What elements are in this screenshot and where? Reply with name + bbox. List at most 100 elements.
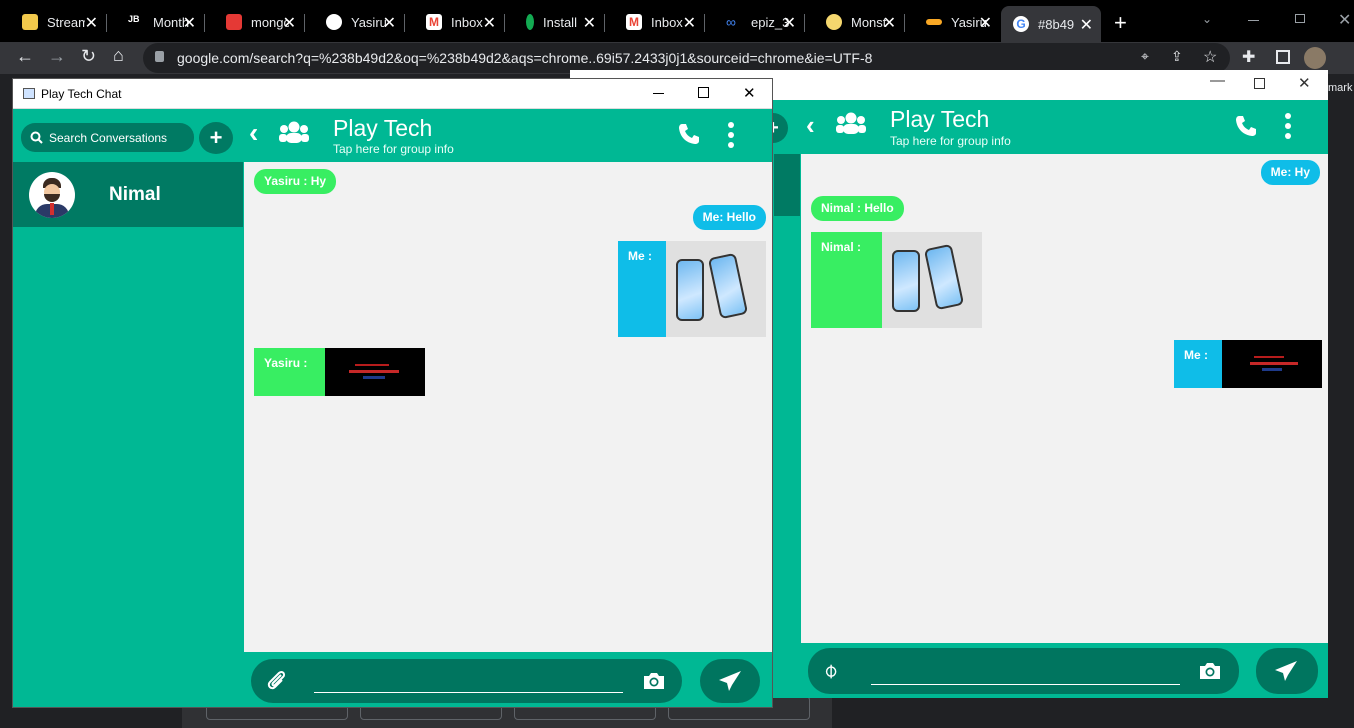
close-tab-icon[interactable]: ✕ — [85, 13, 98, 33]
github-icon — [326, 14, 342, 30]
maximize-icon[interactable] — [1254, 78, 1265, 89]
browser-tab[interactable]: Stream ✕ — [0, 8, 106, 36]
maximize-icon[interactable] — [698, 87, 709, 98]
add-conversation-button[interactable]: + — [199, 122, 233, 154]
close-icon[interactable]: ✕ — [743, 84, 756, 102]
avatar — [29, 172, 75, 218]
window-titlebar: Play Tech Chat ✕ — [13, 79, 772, 109]
close-tab-icon[interactable]: ✕ — [283, 13, 296, 33]
close-window-icon[interactable]: ✕ — [1338, 10, 1351, 30]
browser-tab[interactable]: Yasiru ✕ — [304, 8, 404, 36]
group-title[interactable]: Play Tech — [333, 115, 432, 142]
search-conversations-input[interactable]: Search Conversations — [21, 123, 194, 152]
window-title: Play Tech Chat — [41, 87, 122, 101]
tab-favicon-icon — [926, 19, 942, 25]
lock-icon — [155, 51, 164, 62]
browser-tab[interactable]: JB Month ✕ — [106, 8, 204, 36]
close-tab-icon[interactable]: ✕ — [979, 13, 992, 33]
message-bubble: Nimal : Hello — [811, 196, 904, 221]
image-message: Me : — [1174, 340, 1322, 388]
minimize-icon[interactable] — [1248, 20, 1259, 21]
browser-tab[interactable]: mongo ✕ — [204, 8, 304, 36]
back-icon[interactable]: ← — [16, 46, 34, 67]
message-bubble: Me: Hy — [1260, 160, 1320, 185]
phone-image[interactable] — [882, 232, 982, 328]
camera-icon[interactable] — [1198, 661, 1222, 681]
close-tab-icon[interactable]: ✕ — [1080, 15, 1093, 35]
image-message: Nimal : — [811, 232, 982, 328]
location-icon[interactable]: ⌖ — [1141, 48, 1149, 65]
restore-icon[interactable] — [1295, 14, 1305, 23]
forward-icon[interactable]: → — [48, 46, 66, 67]
group-info-link[interactable]: Tap here for group info — [890, 134, 1011, 148]
image-message: Yasiru : — [254, 348, 425, 396]
group-icon[interactable] — [836, 110, 866, 136]
message-area: Yasiru : Hy Me: Hello Me : Yasiru : — [244, 162, 772, 652]
browser-tab[interactable]: Monst ✕ — [804, 8, 904, 36]
back-icon[interactable]: ‹ — [806, 110, 815, 141]
avatar[interactable] — [1304, 47, 1326, 69]
send-button[interactable] — [1256, 648, 1318, 694]
banner-image[interactable] — [1222, 340, 1322, 388]
message-input[interactable] — [314, 692, 623, 693]
banner-image[interactable] — [325, 348, 425, 396]
more-options-icon[interactable] — [1284, 112, 1292, 140]
close-tab-icon[interactable]: ✕ — [683, 13, 696, 33]
close-tab-icon[interactable]: ✕ — [483, 13, 496, 33]
more-options-icon[interactable] — [727, 121, 735, 149]
url-text: google.com/search?q=%238b49d2&oq=%238b49… — [177, 50, 873, 66]
side-panel-icon[interactable] — [1276, 50, 1290, 64]
close-tab-icon[interactable]: ✕ — [783, 13, 796, 33]
home-icon[interactable]: ⌂ — [113, 45, 124, 66]
browser-tab[interactable]: Install ✕ — [504, 8, 604, 36]
infinity-icon: ∞ — [726, 14, 736, 30]
browser-tab[interactable]: M Inbox ✕ — [404, 8, 504, 36]
close-tab-icon[interactable]: ✕ — [183, 13, 196, 33]
gmail-icon: M — [426, 14, 442, 30]
message-sender: Nimal : — [811, 232, 882, 328]
send-button[interactable] — [700, 659, 760, 703]
contact-list-item[interactable]: Nimal — [13, 162, 243, 227]
group-title[interactable]: Play Tech — [890, 106, 989, 133]
browser-tab[interactable]: ∞ epiz_3 ✕ — [704, 8, 804, 36]
search-icon — [30, 131, 43, 144]
close-tab-icon[interactable]: ✕ — [883, 13, 896, 33]
tab-search-icon[interactable]: ⌄ — [1202, 12, 1212, 26]
chat-window-left: Play Tech Chat ✕ Search Conversations + … — [12, 78, 773, 708]
phone-image[interactable] — [666, 241, 766, 337]
camera-icon[interactable] — [642, 671, 666, 691]
message-sender: Me : — [618, 241, 666, 337]
contact-list-sliver — [774, 154, 800, 216]
message-sender: Yasiru : — [254, 348, 325, 396]
message-input[interactable] — [871, 684, 1180, 685]
close-tab-icon[interactable]: ✕ — [383, 13, 396, 33]
reload-icon[interactable]: ↻ — [81, 46, 96, 67]
app-window-icon — [23, 88, 35, 99]
minimize-icon[interactable] — [653, 93, 664, 94]
mongodb-leaf-icon — [526, 14, 534, 30]
back-icon[interactable]: ‹ — [249, 117, 258, 149]
new-tab-button[interactable]: + — [1114, 10, 1127, 36]
browser-tab[interactable]: M Inbox ✕ — [604, 8, 704, 36]
address-bar[interactable]: google.com/search?q=%238b49d2&oq=%238b49… — [143, 43, 1230, 73]
tab-favicon-icon — [226, 14, 242, 30]
minimize-icon[interactable]: — — [1210, 72, 1225, 89]
attach-icon[interactable] — [265, 669, 289, 693]
image-message: Me : — [618, 241, 766, 337]
message-bubble: Me: Hello — [692, 205, 766, 230]
browser-tab[interactable]: Yasiru ✕ — [904, 8, 1000, 36]
phone-icon[interactable] — [677, 122, 701, 146]
message-composer[interactable] — [251, 659, 682, 703]
google-icon: G — [1013, 16, 1029, 32]
close-tab-icon[interactable]: ✕ — [583, 13, 596, 33]
extensions-icon[interactable]: ✚ — [1242, 47, 1255, 67]
attach-icon[interactable]: ⌀ — [817, 657, 843, 683]
message-composer[interactable]: ⌀ — [808, 648, 1239, 694]
group-icon[interactable] — [279, 119, 309, 145]
group-info-link[interactable]: Tap here for group info — [333, 142, 454, 156]
close-icon[interactable]: ✕ — [1298, 74, 1311, 92]
share-icon[interactable]: ⇪ — [1171, 48, 1183, 65]
phone-icon[interactable] — [1234, 114, 1258, 138]
browser-tab-active[interactable]: G #8b49 ✕ — [1001, 6, 1101, 42]
star-icon[interactable]: ☆ — [1203, 47, 1217, 67]
